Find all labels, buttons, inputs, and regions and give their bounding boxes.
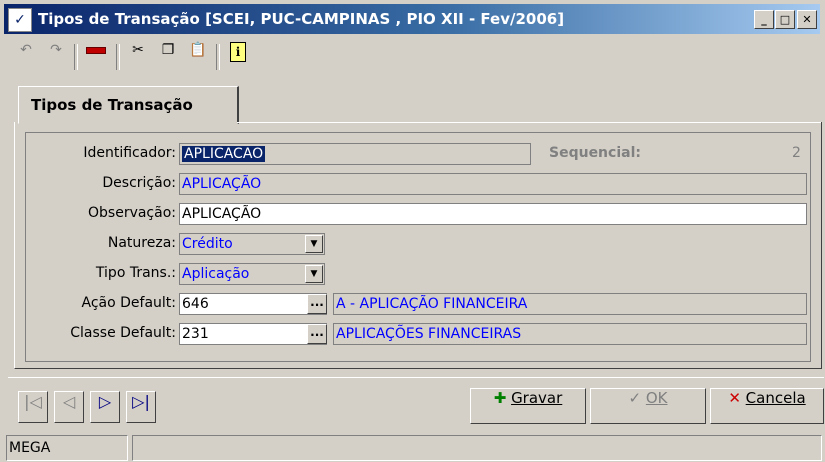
- toolbar-separator: [74, 44, 78, 70]
- last-record-icon[interactable]: ▷|: [126, 391, 156, 423]
- delete-icon[interactable]: [82, 42, 110, 70]
- cut-icon[interactable]: ✂: [124, 42, 152, 70]
- classe-default-lookup-button[interactable]: ...: [307, 324, 327, 344]
- ok-label: OK: [645, 389, 668, 407]
- ok-button[interactable]: ✓ OK: [590, 388, 706, 424]
- form-panel: Identificador: APLICACAO Sequencial: 2 D…: [14, 122, 822, 369]
- cancel-icon: ✕: [728, 389, 741, 407]
- cancela-button[interactable]: ✕ Cancela: [710, 388, 824, 424]
- sequencial-value: 2: [792, 145, 801, 161]
- action-bar: |◁ ◁ ▷ ▷| ✚ Gravar ✓ OK ✕ Cancela: [8, 377, 824, 430]
- classe-default-label: Classe Default:: [70, 325, 176, 341]
- first-record-icon[interactable]: |◁: [18, 391, 48, 423]
- window-title: Tipos de Transação [SCEI, PUC-CAMPINAS ,…: [38, 10, 565, 28]
- previous-record-icon[interactable]: ◁: [54, 391, 84, 423]
- natureza-label: Natureza:: [107, 235, 176, 251]
- tipo-trans-label: Tipo Trans.:: [95, 265, 176, 281]
- form-group: Identificador: APLICACAO Sequencial: 2 D…: [25, 132, 811, 362]
- next-record-icon[interactable]: ▷: [90, 391, 120, 423]
- natureza-select[interactable]: Crédito ▼: [179, 233, 325, 255]
- cancela-label: Cancela: [745, 389, 806, 407]
- descricao-label: Descrição:: [102, 175, 176, 191]
- observacao-label: Observação:: [88, 205, 176, 221]
- status-panel-left: MEGA: [6, 435, 128, 461]
- identificador-field[interactable]: APLICACAO: [179, 143, 531, 165]
- acao-default-lookup-button[interactable]: ...: [307, 294, 327, 314]
- minimize-icon[interactable]: _: [754, 10, 774, 29]
- gravar-button[interactable]: ✚ Gravar: [470, 388, 586, 424]
- natureza-value: Crédito: [182, 236, 233, 252]
- copy-icon[interactable]: ❐: [154, 42, 182, 70]
- toolbar-separator: [216, 44, 220, 70]
- toolbar: ↶ ↷ ✂ ❐ 📋 i: [8, 40, 308, 74]
- identificador-value: APLICACAO: [182, 146, 266, 162]
- classe-default-code-field[interactable]: 231: [179, 323, 327, 345]
- redo-icon[interactable]: ↷: [42, 42, 70, 70]
- app-logo-icon: ✓: [8, 8, 32, 32]
- acao-default-description: A - APLICAÇÃO FINANCEIRA: [333, 293, 807, 315]
- application-window: ✓ Tipos de Transação [SCEI, PUC-CAMPINAS…: [0, 0, 825, 462]
- plus-icon: ✚: [493, 389, 507, 407]
- check-icon: ✓: [628, 389, 642, 407]
- classe-default-description: APLICAÇÕES FINANCEIRAS: [333, 323, 807, 345]
- status-panel-right: [132, 435, 822, 461]
- chevron-down-icon[interactable]: ▼: [305, 265, 323, 283]
- paste-icon[interactable]: 📋: [184, 42, 212, 70]
- tab-tipos-de-transacao[interactable]: Tipos de Transação: [18, 86, 239, 124]
- toolbar-separator: [116, 44, 120, 70]
- tipo-trans-select[interactable]: Aplicação ▼: [179, 263, 325, 285]
- gravar-label: Gravar: [511, 389, 563, 407]
- identificador-label: Identificador:: [83, 145, 176, 161]
- acao-default-label: Ação Default:: [81, 295, 177, 311]
- title-bar[interactable]: ✓ Tipos de Transação [SCEI, PUC-CAMPINAS…: [4, 4, 820, 34]
- status-bar: MEGA: [0, 433, 825, 462]
- close-icon[interactable]: ✕: [797, 10, 817, 29]
- undo-icon[interactable]: ↶: [12, 42, 40, 70]
- info-icon[interactable]: i: [224, 42, 252, 70]
- tab-label: Tipos de Transação: [31, 96, 193, 114]
- observacao-field[interactable]: APLICAÇÃO: [179, 203, 807, 225]
- panel-border: [237, 122, 821, 123]
- sequencial-label: Sequencial:: [549, 145, 641, 161]
- maximize-icon[interactable]: □: [775, 10, 795, 29]
- tipo-trans-value: Aplicação: [182, 266, 250, 282]
- acao-default-code-field[interactable]: 646: [179, 293, 327, 315]
- descricao-field[interactable]: APLICAÇÃO: [179, 173, 807, 195]
- chevron-down-icon[interactable]: ▼: [305, 235, 323, 253]
